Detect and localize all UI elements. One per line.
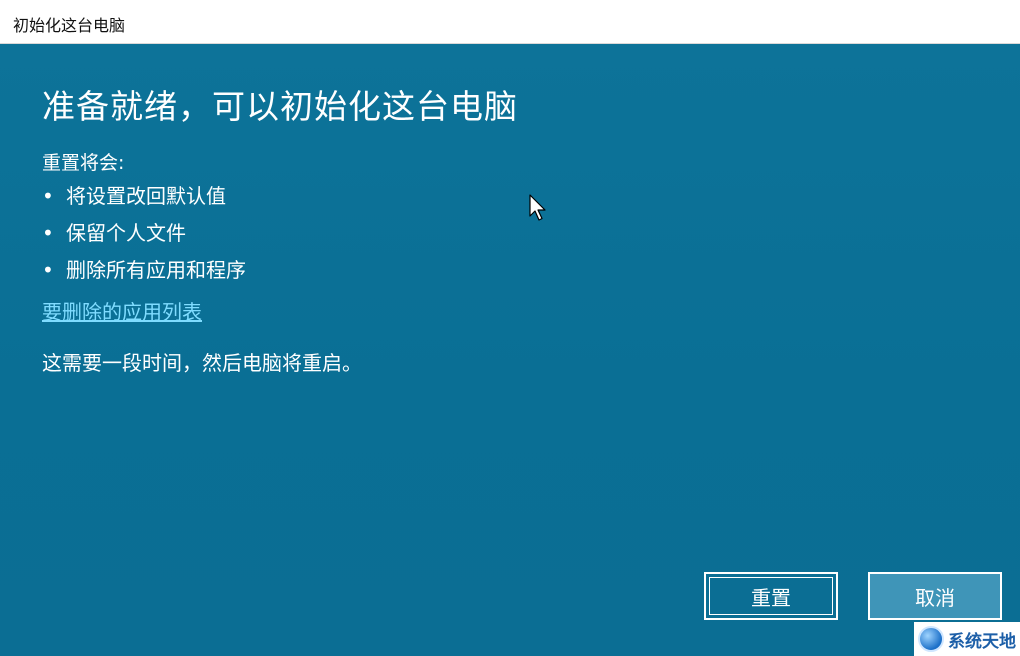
reset-pc-window: 初始化这台电脑 准备就绪，可以初始化这台电脑 重置将会: • 将设置改回默认值 … [0,0,1020,656]
watermark-text: 系统天地 [948,631,1016,652]
reset-will-label: 重置将会: [42,152,125,174]
dialog-content: 准备就绪，可以初始化这台电脑 重置将会: • 将设置改回默认值 • 保留个人文件… [0,44,1020,656]
reset-effects-list: • 将设置改回默认值 • 保留个人文件 • 删除所有应用和程序 [42,182,246,293]
globe-icon [918,626,944,652]
title-bar[interactable]: 初始化这台电脑 [0,0,1020,44]
list-item: • 保留个人文件 [42,219,246,256]
apps-to-remove-link[interactable]: 要删除的应用列表 [42,296,202,325]
watermark-logo: 系统天地 [914,622,1020,656]
list-item-label: 删除所有应用和程序 [66,258,246,282]
reset-button[interactable]: 重置 [704,572,838,620]
mouse-pointer-icon [529,194,546,221]
cancel-button[interactable]: 取消 [868,572,1002,620]
window-title: 初始化这台电脑 [13,16,126,35]
list-item: • 将设置改回默认值 [42,182,246,219]
list-item-label: 保留个人文件 [66,221,186,245]
list-item: • 删除所有应用和程序 [42,256,246,293]
page-title: 准备就绪，可以初始化这台电脑 [42,87,518,126]
restart-note: 这需要一段时间，然后电脑将重启。 [42,351,362,375]
bullet-icon: • [42,184,54,208]
bullet-icon: • [42,258,54,282]
bullet-icon: • [42,221,54,245]
list-item-label: 将设置改回默认值 [66,184,226,208]
